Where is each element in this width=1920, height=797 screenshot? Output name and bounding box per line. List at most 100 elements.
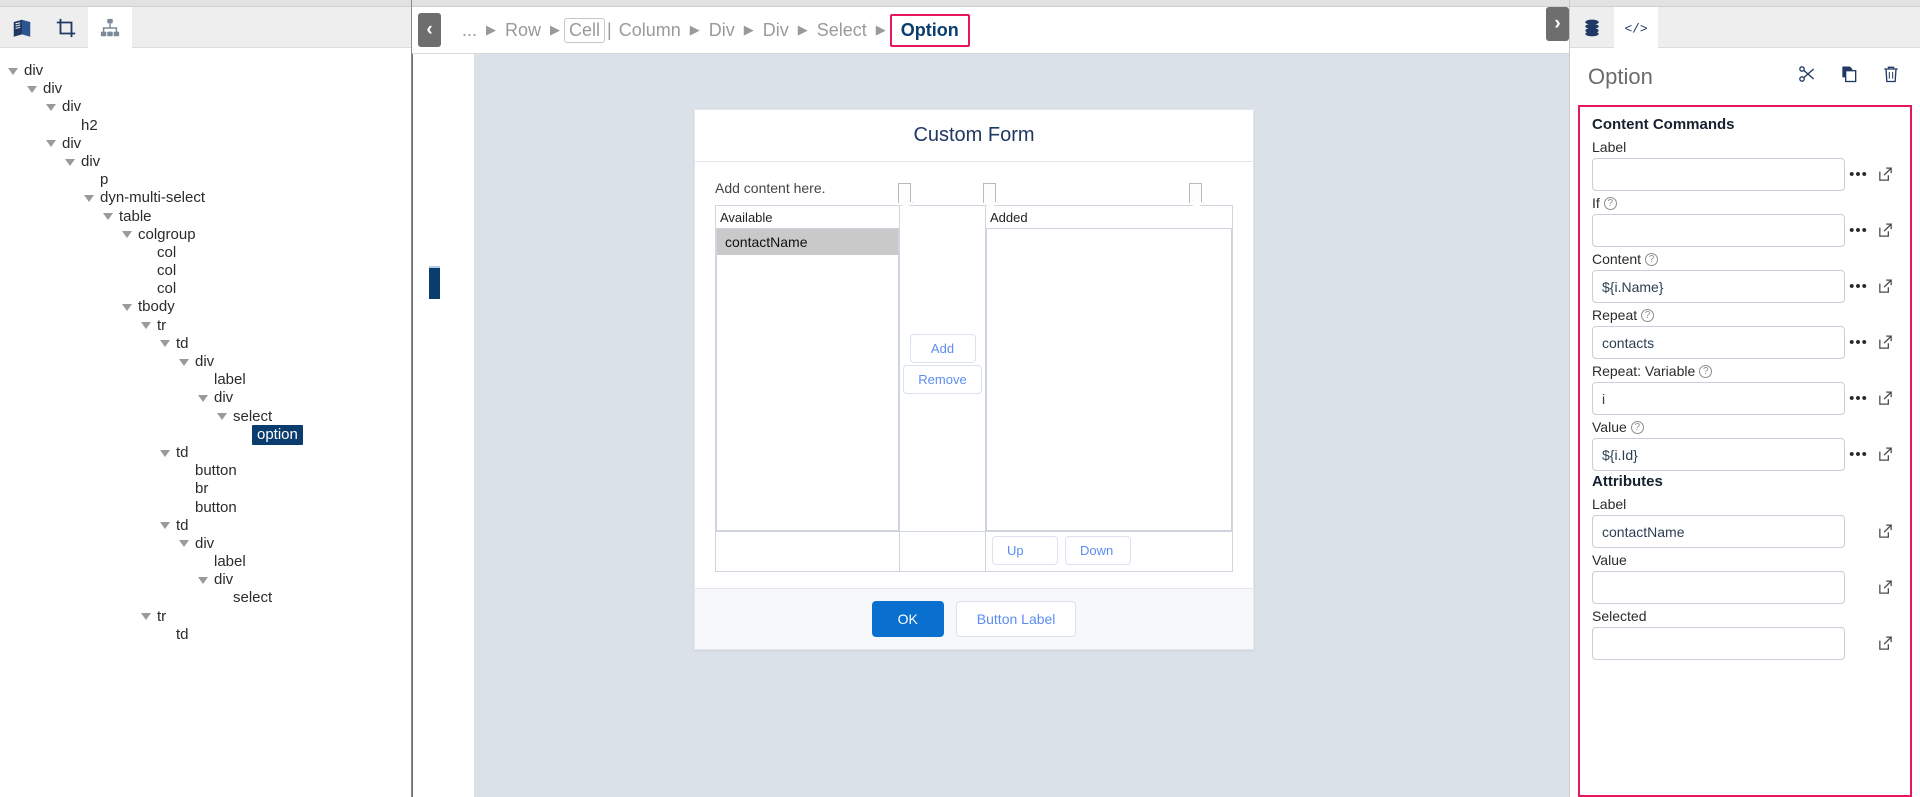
book-icon-tab[interactable] bbox=[0, 7, 44, 48]
field-input-value[interactable] bbox=[1592, 571, 1845, 604]
tree-node-td[interactable]: td bbox=[0, 335, 411, 353]
tree-twisty-icon[interactable] bbox=[198, 395, 208, 402]
database-icon-tab[interactable] bbox=[1570, 7, 1614, 48]
available-listbox[interactable]: contactName bbox=[716, 228, 899, 531]
field-input-repeat-variable[interactable] bbox=[1592, 382, 1845, 415]
design-canvas[interactable]: Custom Form Add content here. bbox=[412, 54, 1569, 797]
scissors-icon[interactable] bbox=[1796, 64, 1818, 89]
secondary-button[interactable]: Button Label bbox=[956, 601, 1077, 637]
tree-twisty-icon[interactable] bbox=[141, 322, 151, 329]
tree-node-option[interactable]: option bbox=[0, 426, 411, 444]
help-icon[interactable]: ? bbox=[1645, 253, 1658, 266]
field-more-options-icon[interactable]: ••• bbox=[1845, 166, 1872, 183]
field-input-repeat[interactable] bbox=[1592, 326, 1845, 359]
tree-twisty-icon[interactable] bbox=[103, 213, 113, 220]
breadcrumb-item-[interactable]: ... bbox=[457, 18, 482, 43]
tree-twisty-icon[interactable] bbox=[84, 195, 94, 202]
field-input-content[interactable] bbox=[1592, 270, 1845, 303]
help-icon[interactable]: ? bbox=[1604, 197, 1617, 210]
tree-node-div[interactable]: div bbox=[0, 353, 411, 371]
ok-button[interactable]: OK bbox=[872, 601, 944, 637]
tree-node-div[interactable]: div bbox=[0, 571, 411, 589]
external-link-icon[interactable] bbox=[1872, 579, 1898, 596]
tree-node-select[interactable]: select bbox=[0, 408, 411, 426]
tree-twisty-icon[interactable] bbox=[160, 450, 170, 457]
breadcrumb-item-div[interactable]: Div bbox=[758, 18, 794, 43]
breadcrumb-item-[interactable]: | bbox=[605, 18, 614, 43]
field-input-value[interactable] bbox=[1592, 438, 1845, 471]
tree-twisty-icon[interactable] bbox=[179, 359, 189, 366]
field-more-options-icon[interactable]: ••• bbox=[1845, 446, 1872, 463]
tree-twisty-icon[interactable] bbox=[122, 231, 132, 238]
tree-node-tr[interactable]: tr bbox=[0, 608, 411, 626]
breadcrumb-item-cell[interactable]: Cell bbox=[564, 18, 605, 43]
field-more-options-icon[interactable]: ••• bbox=[1845, 278, 1872, 295]
breadcrumb-item-option[interactable]: Option bbox=[890, 14, 970, 47]
tree-node-div[interactable]: div bbox=[0, 389, 411, 407]
tree-node-col[interactable]: col bbox=[0, 262, 411, 280]
tree-node-td[interactable]: td bbox=[0, 626, 411, 644]
tree-node-table[interactable]: table bbox=[0, 208, 411, 226]
tree-node-col[interactable]: col bbox=[0, 244, 411, 262]
tree-node-button[interactable]: button bbox=[0, 462, 411, 480]
tree-node-select[interactable]: select bbox=[0, 589, 411, 607]
help-icon[interactable]: ? bbox=[1631, 421, 1644, 434]
breadcrumb-item-row[interactable]: Row bbox=[500, 18, 546, 43]
tree-node-tbody[interactable]: tbody bbox=[0, 298, 411, 316]
available-option[interactable]: contactName bbox=[717, 229, 898, 255]
tree-node-tr[interactable]: tr bbox=[0, 317, 411, 335]
tree-node-div[interactable]: div bbox=[0, 62, 411, 80]
breadcrumb-back-button[interactable]: ‹ bbox=[418, 13, 441, 47]
tree-twisty-icon[interactable] bbox=[46, 140, 56, 147]
field-more-options-icon[interactable]: ••• bbox=[1845, 334, 1872, 351]
tree-node-div[interactable]: div bbox=[0, 135, 411, 153]
field-input-selected[interactable] bbox=[1592, 627, 1845, 660]
external-link-icon[interactable] bbox=[1872, 334, 1898, 351]
tree-twisty-icon[interactable] bbox=[46, 104, 56, 111]
code-icon-tab[interactable]: </> bbox=[1614, 7, 1658, 48]
down-button[interactable]: Down bbox=[1065, 536, 1131, 565]
tree-node-div[interactable]: div bbox=[0, 153, 411, 171]
dom-tree[interactable]: divdivdivh2divdivpdyn-multi-selecttablec… bbox=[0, 48, 411, 797]
added-listbox[interactable] bbox=[986, 228, 1232, 531]
external-link-icon[interactable] bbox=[1872, 635, 1898, 652]
tree-twisty-icon[interactable] bbox=[8, 68, 18, 75]
tree-node-h2[interactable]: h2 bbox=[0, 117, 411, 135]
tree-node-div[interactable]: div bbox=[0, 98, 411, 116]
up-button[interactable]: Up bbox=[992, 536, 1058, 565]
field-input-label[interactable] bbox=[1592, 158, 1845, 191]
external-link-icon[interactable] bbox=[1872, 166, 1898, 183]
tree-node-label[interactable]: label bbox=[0, 371, 411, 389]
tree-twisty-icon[interactable] bbox=[141, 613, 151, 620]
tree-node-button[interactable]: button bbox=[0, 499, 411, 517]
tree-twisty-icon[interactable] bbox=[27, 86, 37, 93]
tree-node-dyn-multi-select[interactable]: dyn-multi-select bbox=[0, 189, 411, 207]
column-resize-handle-1[interactable] bbox=[898, 183, 911, 203]
add-button[interactable]: Add bbox=[910, 334, 976, 363]
tree-node-div[interactable]: div bbox=[0, 80, 411, 98]
tree-twisty-icon[interactable] bbox=[217, 413, 227, 420]
breadcrumb-item-div[interactable]: Div bbox=[704, 18, 740, 43]
trash-icon[interactable] bbox=[1880, 64, 1902, 89]
breadcrumb-forward-button[interactable]: › bbox=[1546, 7, 1569, 41]
field-input-label[interactable] bbox=[1592, 515, 1845, 548]
breadcrumb-item-column[interactable]: Column bbox=[614, 18, 686, 43]
tree-twisty-icon[interactable] bbox=[198, 577, 208, 584]
tree-node-td[interactable]: td bbox=[0, 444, 411, 462]
sitemap-icon-tab[interactable] bbox=[88, 7, 132, 48]
external-link-icon[interactable] bbox=[1872, 523, 1898, 540]
column-resize-handle-2[interactable] bbox=[983, 183, 996, 203]
tree-node-td[interactable]: td bbox=[0, 517, 411, 535]
remove-button[interactable]: Remove bbox=[903, 365, 981, 394]
tree-twisty-icon[interactable] bbox=[122, 304, 132, 311]
external-link-icon[interactable] bbox=[1872, 390, 1898, 407]
tree-node-br[interactable]: br bbox=[0, 480, 411, 498]
external-link-icon[interactable] bbox=[1872, 446, 1898, 463]
external-link-icon[interactable] bbox=[1872, 222, 1898, 239]
crop-icon-tab[interactable] bbox=[44, 7, 88, 48]
help-icon[interactable]: ? bbox=[1641, 309, 1654, 322]
tree-node-p[interactable]: p bbox=[0, 171, 411, 189]
breadcrumb-item-select[interactable]: Select bbox=[812, 18, 872, 43]
tree-twisty-icon[interactable] bbox=[65, 159, 75, 166]
tree-node-label[interactable]: label bbox=[0, 553, 411, 571]
